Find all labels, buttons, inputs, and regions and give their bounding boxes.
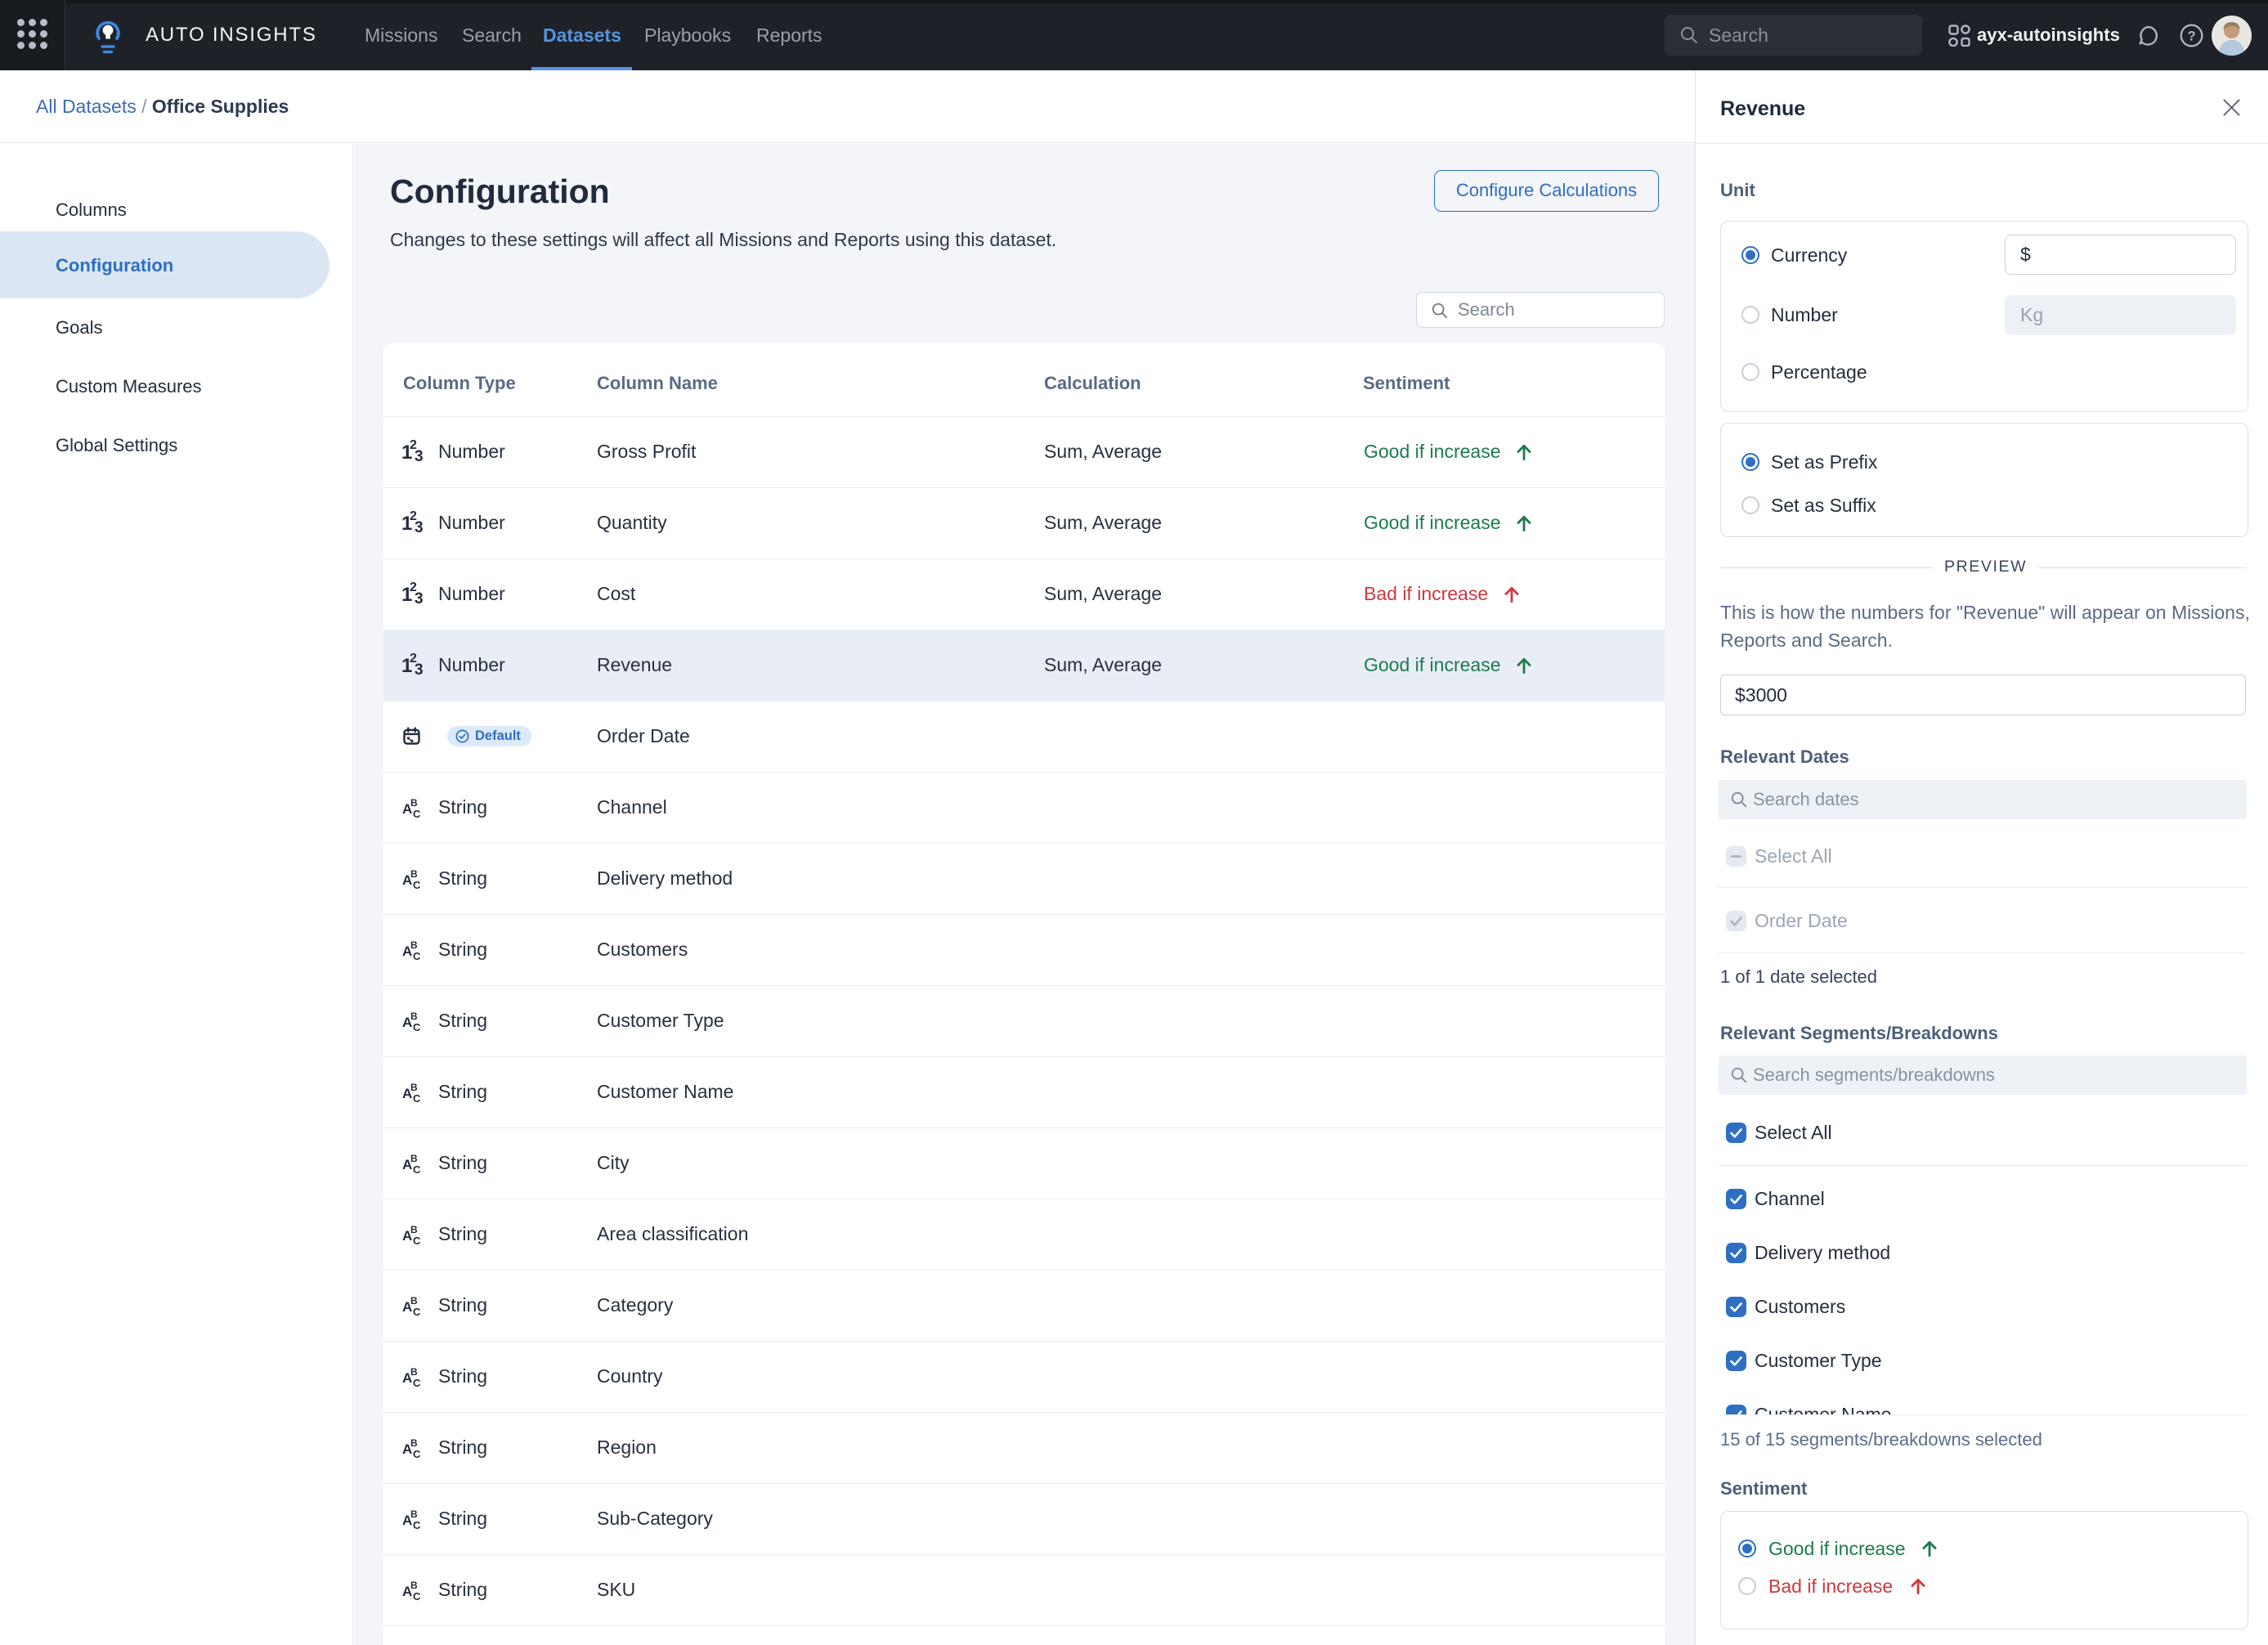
svg-text:?: ? bbox=[2187, 29, 2195, 44]
